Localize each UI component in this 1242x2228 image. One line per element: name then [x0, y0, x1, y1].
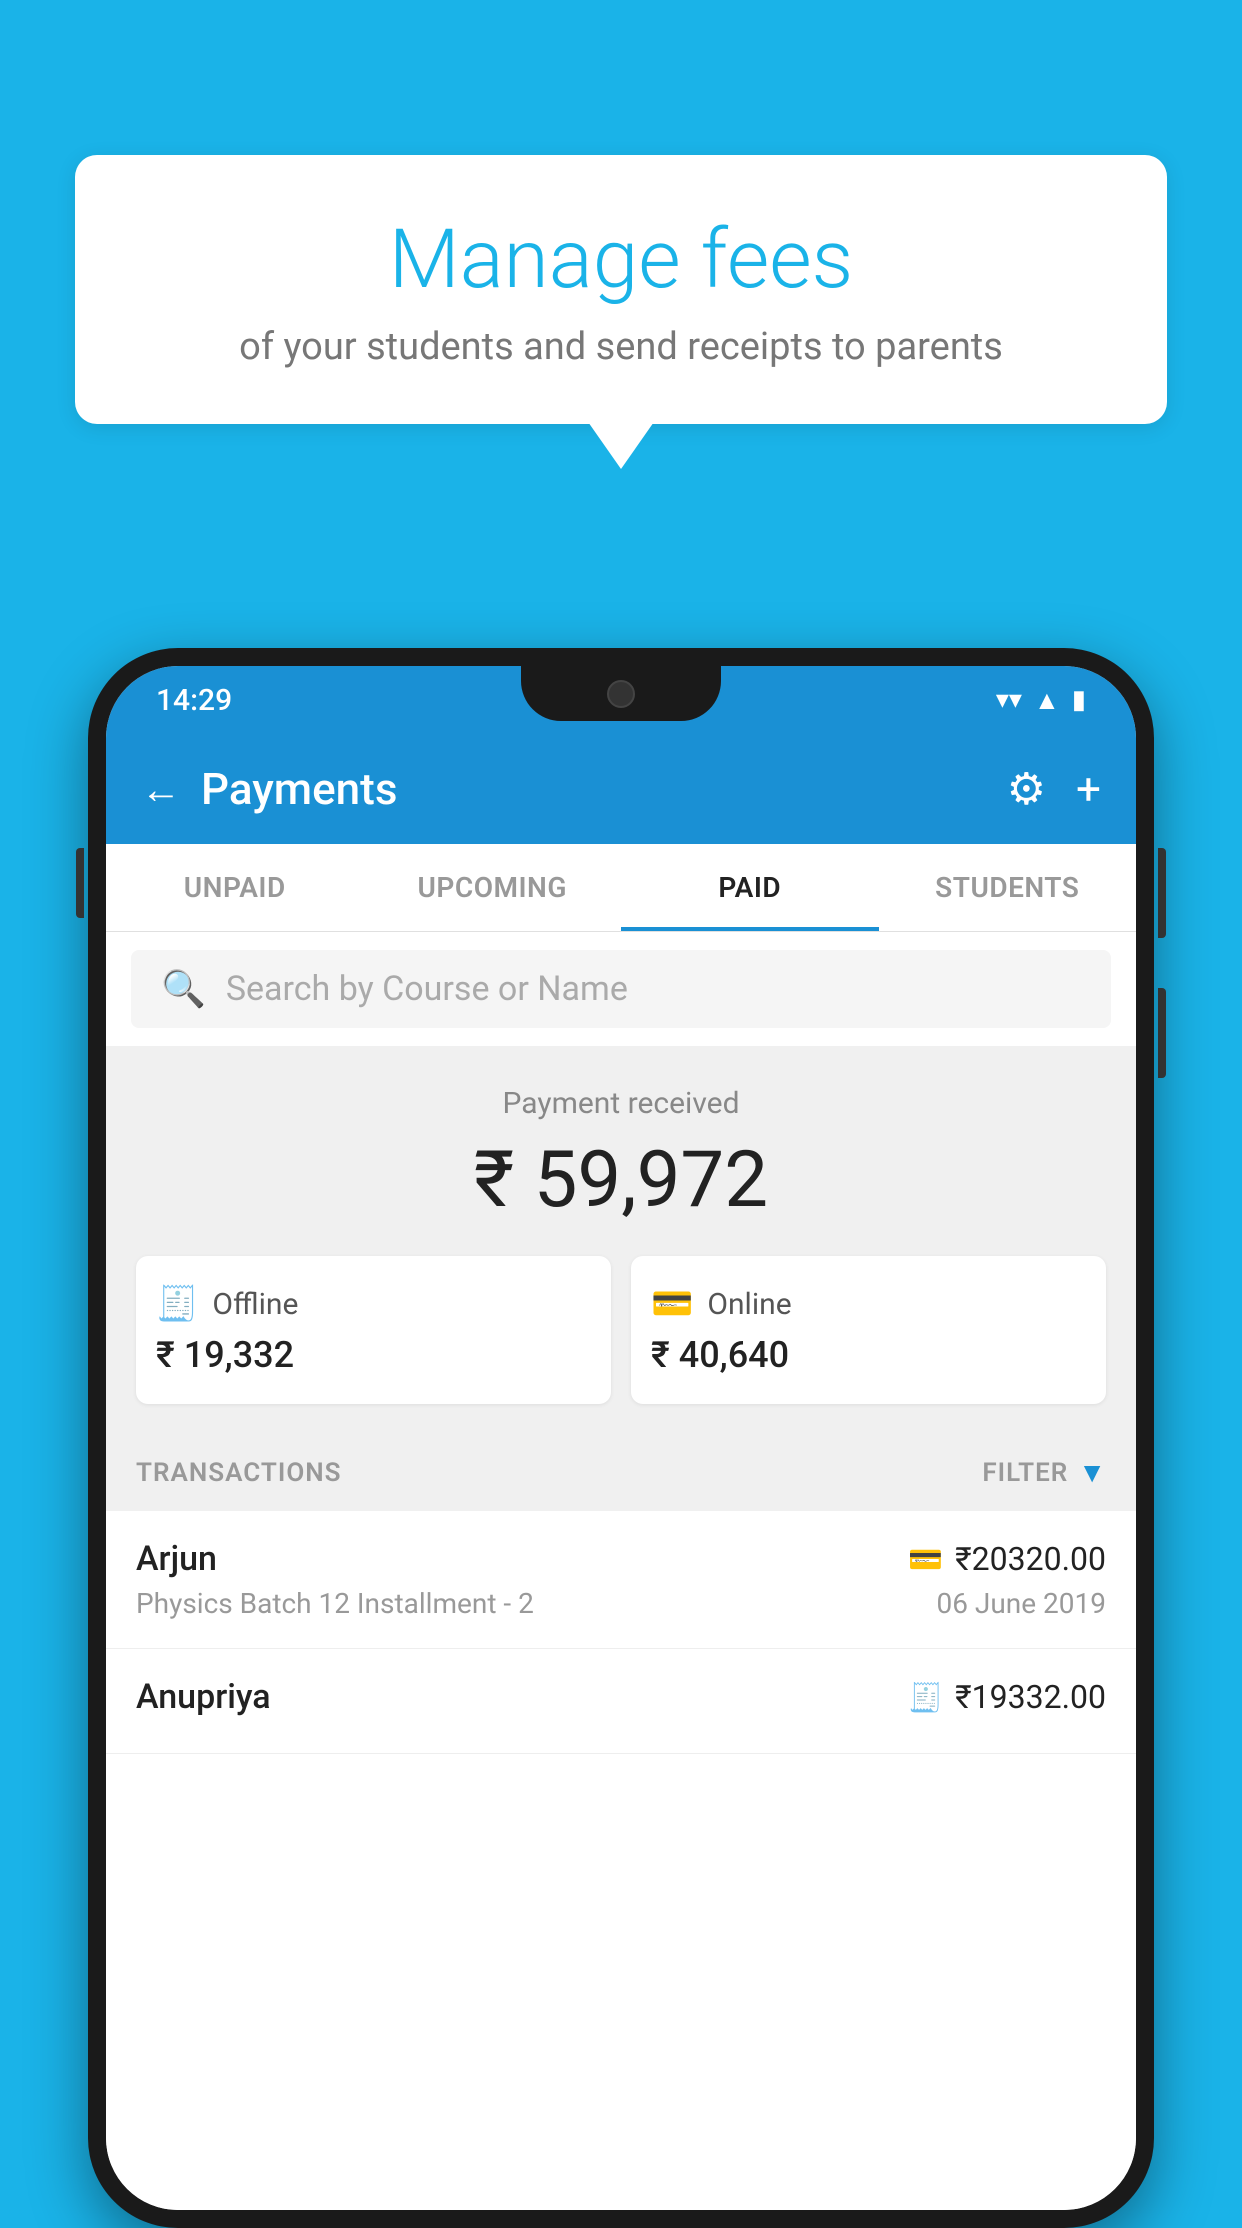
tab-unpaid[interactable]: UNPAID: [106, 844, 364, 931]
search-container: 🔍 Search by Course or Name: [106, 932, 1136, 1046]
tab-students[interactable]: STUDENTS: [879, 844, 1137, 931]
back-button[interactable]: ←: [141, 766, 181, 813]
battery-icon: ▮: [1072, 685, 1086, 715]
speech-bubble-subtitle: of your students and send receipts to pa…: [125, 325, 1117, 369]
add-button[interactable]: +: [1076, 763, 1101, 815]
transaction-name: Anupriya: [136, 1677, 271, 1717]
offline-payment-icon: 🧾: [908, 1681, 943, 1714]
wifi-icon: ▾▾: [996, 685, 1022, 715]
offline-payment-card: 🧾 Offline ₹ 19,332: [136, 1256, 611, 1404]
transaction-amount-container: 💳 ₹20320.00: [908, 1540, 1106, 1578]
transaction-item[interactable]: Arjun 💳 ₹20320.00 Physics Batch 12 Insta…: [106, 1511, 1136, 1649]
tab-bar: UNPAID UPCOMING PAID STUDENTS: [106, 844, 1136, 932]
phone-side-button-left: [76, 848, 84, 918]
app-header: ← Payments ⚙ +: [106, 734, 1136, 844]
transaction-amount: ₹20320.00: [955, 1540, 1106, 1578]
filter-label: FILTER: [982, 1458, 1068, 1488]
phone-screen: 14:29 ▾▾ ▲ ▮ ← Payments ⚙ + UNPAID: [106, 666, 1136, 2210]
payment-cards: 🧾 Offline ₹ 19,332 💳 Online ₹ 40,640: [136, 1256, 1106, 1404]
transaction-amount: ₹19332.00: [955, 1678, 1106, 1716]
transaction-amount-container: 🧾 ₹19332.00: [908, 1678, 1106, 1716]
status-time: 14:29: [156, 683, 232, 718]
filter-button[interactable]: FILTER ▼: [982, 1456, 1106, 1489]
signal-icon: ▲: [1034, 685, 1060, 716]
search-placeholder: Search by Course or Name: [226, 969, 628, 1009]
filter-icon: ▼: [1078, 1456, 1106, 1489]
phone-side-button-right-bottom: [1158, 988, 1166, 1078]
transaction-list: Arjun 💳 ₹20320.00 Physics Batch 12 Insta…: [106, 1511, 1136, 2210]
offline-card-header: 🧾 Offline: [156, 1284, 591, 1324]
search-bar[interactable]: 🔍 Search by Course or Name: [131, 950, 1111, 1028]
transaction-name: Arjun: [136, 1539, 217, 1579]
online-payment-card: 💳 Online ₹ 40,640: [631, 1256, 1106, 1404]
transaction-row-top: Arjun 💳 ₹20320.00: [136, 1539, 1106, 1579]
tab-paid[interactable]: PAID: [621, 844, 879, 931]
offline-icon: 🧾: [156, 1284, 198, 1324]
speech-bubble: Manage fees of your students and send re…: [75, 155, 1167, 424]
gear-icon[interactable]: ⚙: [1007, 763, 1046, 815]
online-amount: ₹ 40,640: [651, 1334, 1086, 1376]
speech-bubble-container: Manage fees of your students and send re…: [75, 155, 1167, 424]
payment-received-label: Payment received: [136, 1086, 1106, 1121]
transactions-header: TRANSACTIONS FILTER ▼: [106, 1434, 1136, 1511]
header-title: Payments: [201, 763, 1007, 815]
transaction-row-top: Anupriya 🧾 ₹19332.00: [136, 1677, 1106, 1717]
online-payment-icon: 💳: [908, 1543, 943, 1576]
phone-outer: 14:29 ▾▾ ▲ ▮ ← Payments ⚙ + UNPAID: [88, 648, 1154, 2228]
payment-summary: Payment received ₹ 59,972 🧾 Offline ₹ 19…: [106, 1046, 1136, 1434]
speech-bubble-title: Manage fees: [125, 215, 1117, 305]
transaction-date: 06 June 2019: [936, 1587, 1106, 1620]
payment-total-amount: ₹ 59,972: [136, 1135, 1106, 1226]
online-label: Online: [707, 1287, 791, 1322]
transaction-course: Physics Batch 12 Installment - 2: [136, 1587, 534, 1620]
offline-amount: ₹ 19,332: [156, 1334, 591, 1376]
transaction-row-bottom: Physics Batch 12 Installment - 2 06 June…: [136, 1587, 1106, 1620]
offline-label: Offline: [212, 1287, 298, 1322]
phone-side-button-right-top: [1158, 848, 1166, 938]
online-icon: 💳: [651, 1284, 693, 1324]
header-actions: ⚙ +: [1007, 763, 1101, 815]
phone-mockup: 14:29 ▾▾ ▲ ▮ ← Payments ⚙ + UNPAID: [88, 648, 1154, 2228]
tab-upcoming[interactable]: UPCOMING: [364, 844, 622, 931]
online-card-header: 💳 Online: [651, 1284, 1086, 1324]
transaction-item[interactable]: Anupriya 🧾 ₹19332.00: [106, 1649, 1136, 1754]
phone-notch: [521, 666, 721, 721]
search-icon: 🔍: [161, 968, 206, 1010]
phone-camera: [607, 680, 635, 708]
transactions-label: TRANSACTIONS: [136, 1458, 342, 1488]
status-icons: ▾▾ ▲ ▮: [996, 685, 1086, 716]
